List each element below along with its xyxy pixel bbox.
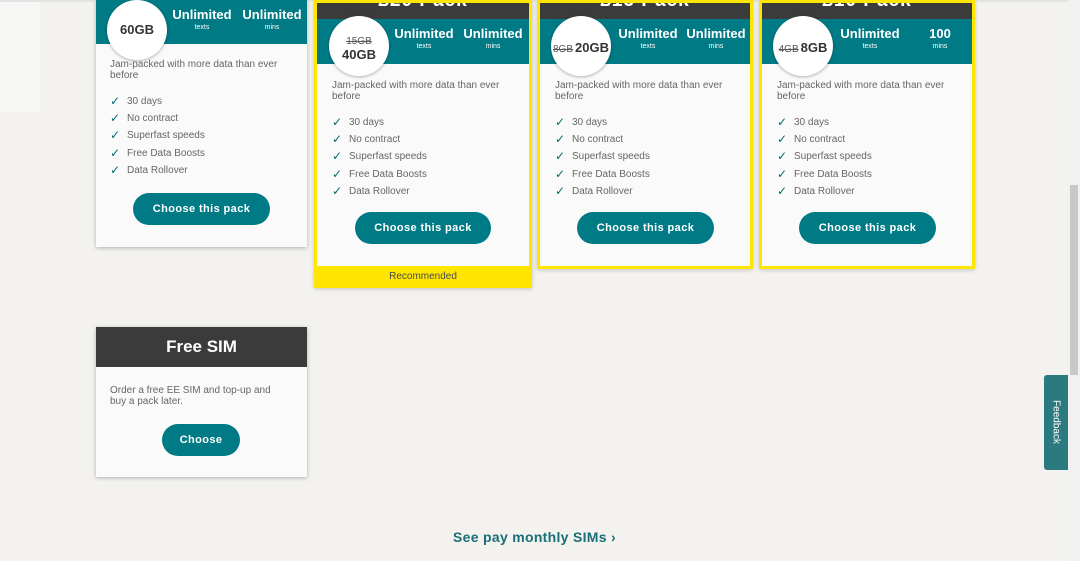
plan-card-20gb: £15 Pack 8GB20GB Unlimitedtexts Unlimite… bbox=[537, 0, 753, 269]
old-data-allowance: 4GB bbox=[778, 44, 799, 55]
data-bubble: 60GB bbox=[107, 0, 167, 60]
check-icon: ✓ bbox=[332, 183, 343, 198]
texts-allowance: Unlimited texts bbox=[618, 26, 678, 50]
check-icon: ✓ bbox=[332, 149, 343, 164]
plan-description: Jam-packed with more data than ever befo… bbox=[555, 80, 723, 102]
data-bubble: 8GB 20GB bbox=[551, 16, 611, 76]
pay-monthly-sims-link[interactable]: See pay monthly SIMs › bbox=[453, 529, 616, 545]
plan-description: Jam-packed with more data than ever befo… bbox=[777, 80, 945, 102]
data-allowance: 4GB 8GB bbox=[778, 40, 828, 55]
left-panel bbox=[0, 2, 40, 112]
check-icon: ✓ bbox=[555, 149, 566, 164]
check-icon: ✓ bbox=[777, 149, 788, 164]
free-sim-card: Free SIM Order a free EE SIM and top-up … bbox=[96, 327, 307, 477]
check-icon: ✓ bbox=[110, 162, 121, 177]
check-icon: ✓ bbox=[110, 128, 121, 143]
mins-allowance: 100 mins bbox=[929, 26, 951, 50]
plan-card-40gb: £20 Pack 15GB 40GB Unlimitedtexts Unlimi… bbox=[314, 0, 532, 288]
plan-title: £20 Pack bbox=[317, 3, 529, 12]
plan-title: £10 Pack bbox=[762, 3, 972, 12]
check-icon: ✓ bbox=[777, 115, 788, 129]
feature-list: ✓ 30 days ✓ No contract ✓ Superfast speeds … bbox=[110, 93, 205, 179]
list-item: ✓ No contract bbox=[777, 131, 872, 148]
list-item: ✓ Free Data Boosts bbox=[110, 145, 205, 162]
plan-card-60gb: 60GB Unlimited texts Unlimited mins Jam-pa… bbox=[96, 0, 307, 247]
list-item: ✓ Data Rollover bbox=[777, 183, 872, 200]
recommended-badge: Recommended bbox=[314, 266, 532, 288]
list-item: ✓ No contract bbox=[332, 131, 427, 148]
check-icon: ✓ bbox=[332, 115, 343, 129]
data-allowance: 60GB bbox=[120, 22, 154, 37]
choose-pack-button[interactable]: Choose this pack bbox=[799, 212, 936, 244]
texts-allowance: Unlimited texts bbox=[172, 7, 232, 31]
list-item: ✓ Data Rollover bbox=[555, 183, 650, 200]
check-icon: ✓ bbox=[555, 115, 566, 129]
data-allowance: 40GB bbox=[342, 47, 376, 62]
data-bubble: 4GB 8GB bbox=[773, 16, 833, 76]
check-icon: ✓ bbox=[777, 132, 788, 147]
list-item: ✓ No contract bbox=[555, 131, 650, 148]
plan-description: Jam-packed with more data than ever befo… bbox=[110, 59, 278, 81]
list-item: ✓ 30 days bbox=[110, 93, 205, 110]
check-icon: ✓ bbox=[110, 145, 121, 160]
list-item: ✓ Free Data Boosts bbox=[332, 166, 427, 183]
scrollbar-thumb[interactable] bbox=[1070, 185, 1078, 375]
list-item: ✓ Data Rollover bbox=[332, 183, 427, 200]
feedback-tab[interactable]: Feedback bbox=[1044, 375, 1068, 470]
choose-free-sim-button[interactable]: Choose bbox=[162, 424, 240, 456]
check-icon: ✓ bbox=[555, 166, 566, 181]
old-data-allowance: 15GB bbox=[346, 36, 372, 47]
check-icon: ✓ bbox=[777, 166, 788, 181]
feature-list: ✓ 30 days ✓ No contract ✓ Superfast speeds … bbox=[332, 114, 427, 200]
list-item: ✓ Superfast speeds bbox=[555, 148, 650, 165]
plan-card-8gb: £10 Pack 4GB8GB Unlimitedtexts 100mins J… bbox=[759, 0, 975, 269]
check-icon: ✓ bbox=[110, 111, 121, 126]
check-icon: ✓ bbox=[555, 132, 566, 147]
check-icon: ✓ bbox=[110, 94, 121, 108]
old-data-allowance: 8GB bbox=[553, 44, 574, 55]
check-icon: ✓ bbox=[777, 183, 788, 198]
list-item: ✓ No contract bbox=[110, 110, 205, 127]
choose-pack-button[interactable]: Choose this pack bbox=[133, 193, 270, 225]
check-icon: ✓ bbox=[332, 132, 343, 147]
list-item: ✓ Superfast speeds bbox=[332, 148, 427, 165]
free-sim-title: Free SIM bbox=[96, 327, 307, 367]
check-icon: ✓ bbox=[555, 183, 566, 198]
data-allowance: 8GB 20GB bbox=[553, 40, 609, 55]
list-item: ✓ Free Data Boosts bbox=[555, 166, 650, 183]
feature-list: ✓ 30 days ✓ No contract ✓ Superfast speeds … bbox=[777, 114, 872, 200]
list-item: ✓ Superfast speeds bbox=[777, 148, 872, 165]
plan-title: £15 Pack bbox=[540, 3, 750, 12]
choose-pack-button[interactable]: Choose this pack bbox=[577, 212, 714, 244]
plan-description: Jam-packed with more data than ever befo… bbox=[332, 80, 500, 102]
mins-allowance: Unlimited mins bbox=[686, 26, 746, 50]
choose-pack-button[interactable]: Choose this pack bbox=[355, 212, 491, 244]
mins-allowance: Unlimited mins bbox=[242, 7, 302, 31]
texts-allowance: Unlimited texts bbox=[840, 26, 900, 50]
list-item: ✓ Superfast speeds bbox=[110, 127, 205, 144]
data-bubble: 15GB 40GB bbox=[329, 16, 389, 76]
list-item: ✓ 30 days bbox=[332, 114, 427, 131]
list-item: ✓ 30 days bbox=[555, 114, 650, 131]
feature-list: ✓ 30 days ✓ No contract ✓ Superfast speeds … bbox=[555, 114, 650, 200]
feedback-label: Feedback bbox=[1050, 400, 1062, 444]
list-item: ✓ Data Rollover bbox=[110, 162, 205, 179]
mins-allowance: Unlimited mins bbox=[463, 26, 523, 50]
texts-allowance: Unlimited texts bbox=[394, 26, 454, 50]
free-sim-description: Order a free EE SIM and top-up and buy a… bbox=[110, 385, 271, 407]
list-item: ✓ 30 days bbox=[777, 114, 872, 131]
check-icon: ✓ bbox=[332, 166, 343, 181]
list-item: ✓ Free Data Boosts bbox=[777, 166, 872, 183]
